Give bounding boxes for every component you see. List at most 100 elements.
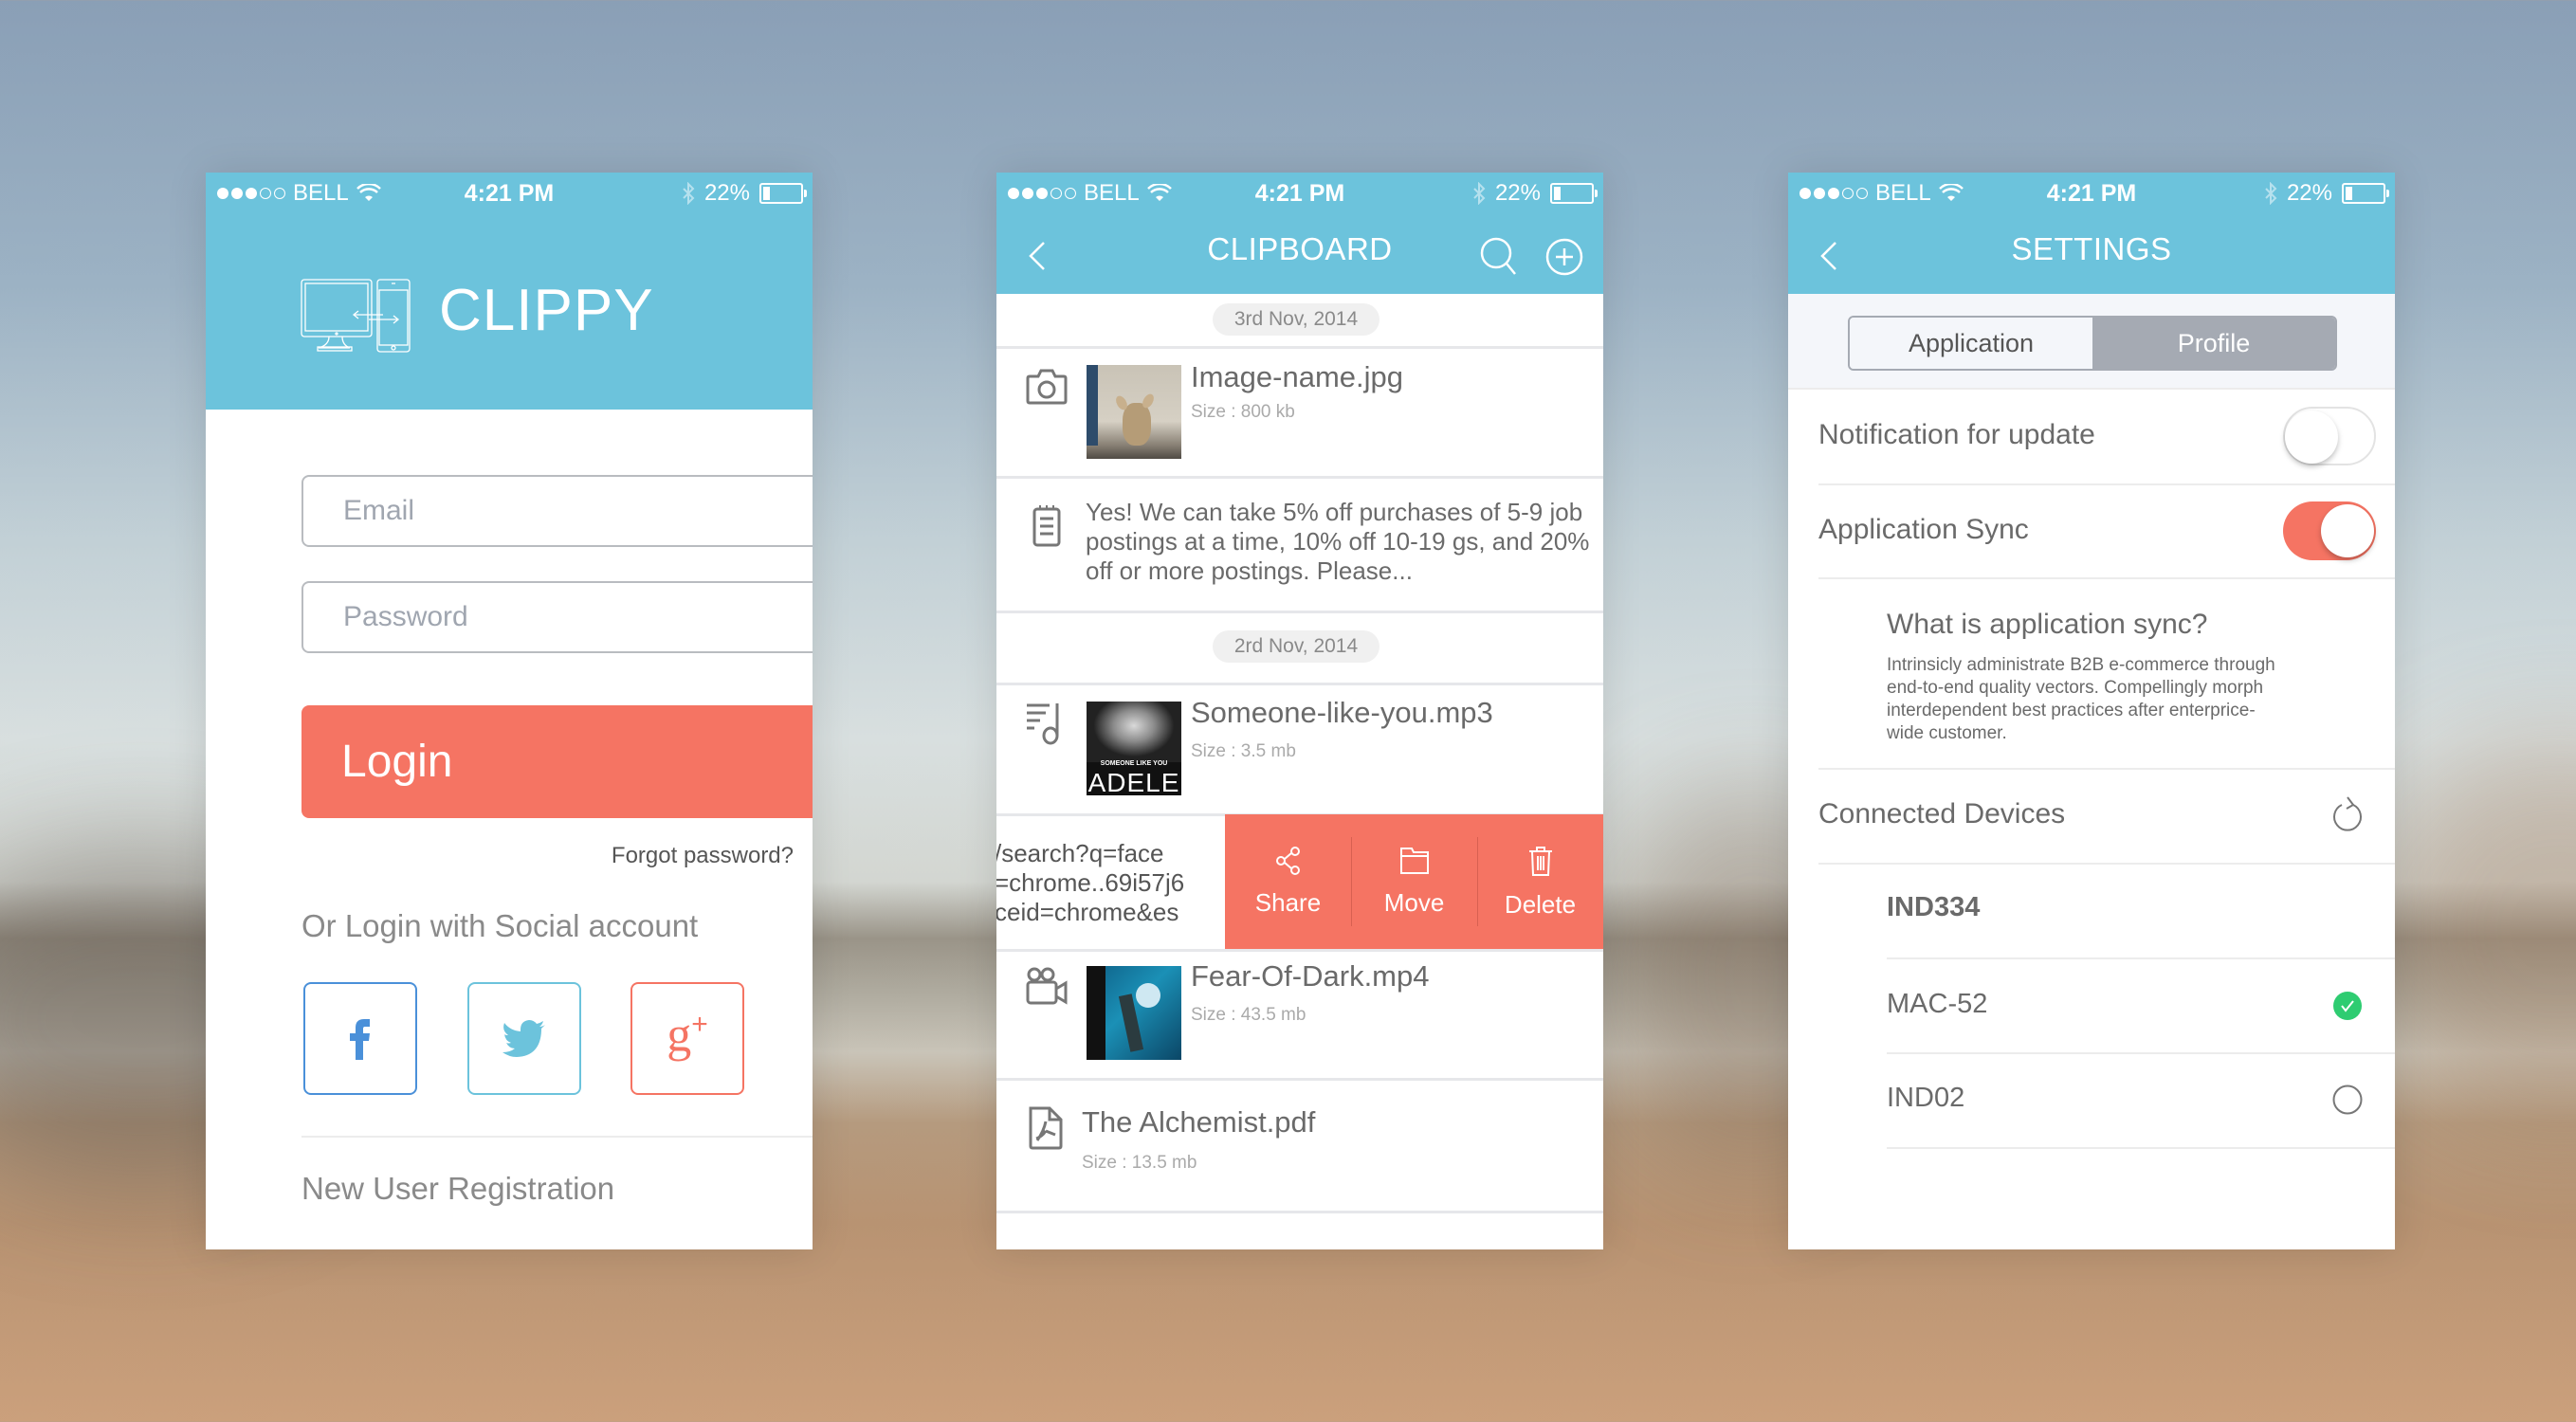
tab-profile[interactable]: Profile — [2092, 318, 2335, 369]
device-name[interactable]: MAC-52 — [1887, 989, 1987, 1020]
twitter-login-button[interactable] — [467, 982, 581, 1095]
app-name: CLIPPY — [439, 278, 654, 343]
pdf-icon — [1029, 1106, 1063, 1150]
notification-label: Notification for update — [1818, 419, 2095, 450]
video-thumbnail — [1087, 966, 1181, 1060]
facebook-icon — [350, 1018, 370, 1060]
login-header: BELL 4:21 PM 22% CLIPPY — [206, 173, 813, 410]
check-circle-icon — [2333, 992, 2362, 1020]
battery-percent: 22% — [2286, 180, 2332, 206]
divider — [1887, 1147, 2395, 1149]
move-label: Move — [1383, 887, 1445, 917]
help-title: What is application sync? — [1887, 609, 2208, 640]
settings-header: BELL 4:21 PM 22% SETTINGS — [1788, 173, 2395, 294]
music-icon — [1027, 703, 1059, 745]
device-name[interactable]: IND334 — [1887, 892, 1980, 923]
clipboard-screen: BELL 4:21 PM 22% CLIPBOARD 3rd Nov, 2014… — [996, 173, 1603, 1249]
date-group-label: 2rd Nov, 2014 — [1213, 630, 1379, 663]
background-shape — [2370, 739, 2576, 1119]
device-name[interactable]: IND02 — [1887, 1083, 1964, 1114]
album-art-thumbnail: SOMEONE LIKE YOU ADELE — [1087, 702, 1181, 795]
album-caption: SOMEONE LIKE YOU — [1100, 760, 1168, 767]
folder-icon — [1399, 847, 1429, 874]
bluetooth-icon — [1473, 182, 1486, 205]
tab-application[interactable]: Application — [1850, 318, 2092, 369]
divider — [996, 611, 1603, 613]
refresh-icon[interactable] — [2330, 795, 2365, 835]
email-field[interactable] — [301, 475, 813, 547]
bluetooth-icon — [683, 182, 695, 205]
google-plus-login-button[interactable]: g+ — [630, 982, 744, 1095]
divider — [1818, 577, 2395, 579]
help-text: Intrinsicly administrate B2B e-commerce … — [1887, 655, 2275, 743]
battery-percent: 22% — [1494, 180, 1541, 206]
notepad-icon — [1032, 505, 1061, 547]
item-title: Someone-like-you.mp3 — [1191, 696, 1493, 729]
divider — [1818, 483, 2395, 485]
status-bar: BELL 4:21 PM 22% — [996, 173, 1603, 212]
trash-icon — [1528, 846, 1552, 876]
battery-icon — [2342, 183, 2389, 204]
password-field[interactable] — [301, 581, 813, 653]
battery-icon — [1550, 183, 1598, 204]
notification-toggle[interactable] — [2283, 407, 2376, 465]
facebook-login-button[interactable] — [303, 982, 417, 1095]
login-button[interactable]: Login — [301, 705, 813, 818]
divider — [1887, 957, 2395, 959]
status-bar: BELL 4:21 PM 22% — [1788, 173, 2395, 212]
item-size: Size : 43.5 mb — [1191, 1005, 1306, 1025]
new-user-registration-link[interactable]: New User Registration — [301, 1171, 614, 1207]
divider — [996, 346, 1603, 349]
clipboard-header: BELL 4:21 PM 22% CLIPBOARD — [996, 173, 1603, 294]
link-text: /search?q=face =chrome..69i57j6 ceid=chr… — [996, 839, 1185, 926]
delete-label: Delete — [1504, 889, 1577, 919]
divider — [996, 949, 1603, 952]
clipboard-text-snippet: Yes! We can take 5% off purchases of 5-9… — [1086, 498, 1590, 585]
status-bar: BELL 4:21 PM 22% — [206, 173, 813, 212]
page-title: SETTINGS — [2011, 231, 2172, 266]
divider — [1788, 388, 2395, 390]
swipe-actions: Share Move Delete — [1225, 814, 1603, 949]
item-size: Size : 3.5 mb — [1191, 741, 1296, 761]
divider — [1818, 768, 2395, 770]
camera-icon — [1026, 369, 1068, 405]
forgot-password-link[interactable]: Forgot password? — [612, 843, 794, 869]
image-thumbnail — [1087, 365, 1181, 459]
twitter-icon — [502, 1019, 545, 1057]
divider — [1818, 863, 2395, 865]
search-icon[interactable] — [1480, 237, 1518, 277]
add-icon[interactable] — [1545, 238, 1583, 276]
video-camera-icon — [1026, 967, 1068, 1005]
date-group-label: 3rd Nov, 2014 — [1213, 303, 1379, 336]
social-login-heading: Or Login with Social account — [301, 908, 699, 943]
login-screen: BELL 4:21 PM 22% CLIPPY Login Forgot pas… — [206, 173, 813, 1249]
share-label: Share — [1254, 887, 1322, 917]
share-button[interactable]: Share — [1225, 814, 1351, 949]
battery-icon — [759, 183, 807, 204]
divider — [996, 476, 1603, 479]
item-title: Fear-Of-Dark.mp4 — [1191, 959, 1430, 993]
divider — [301, 1136, 813, 1138]
google-plus-icon: g+ — [667, 1008, 708, 1063]
bluetooth-icon — [2265, 182, 2277, 205]
item-size: Size : 13.5 mb — [1082, 1153, 1197, 1173]
item-title: Image-name.jpg — [1191, 360, 1404, 393]
settings-screen: BELL 4:21 PM 22% SETTINGS Application Pr… — [1788, 173, 2395, 1249]
item-size: Size : 800 kb — [1191, 402, 1295, 422]
album-artist: ADELE — [1087, 768, 1180, 795]
share-icon — [1275, 846, 1300, 875]
move-button[interactable]: Move — [1351, 814, 1477, 949]
item-title: The Alchemist.pdf — [1082, 1105, 1316, 1139]
divider — [996, 1078, 1603, 1081]
divider — [996, 1211, 1603, 1213]
connected-devices-label: Connected Devices — [1818, 798, 2066, 830]
battery-percent: 22% — [703, 180, 750, 206]
sync-label: Application Sync — [1818, 514, 2029, 545]
devices-sync-icon — [301, 279, 411, 353]
application-sync-toggle[interactable] — [2283, 501, 2376, 560]
clipboard-item-link-swiped[interactable]: /search?q=face =chrome..69i57j6 ceid=chr… — [996, 814, 1225, 949]
empty-circle-icon[interactable] — [2332, 1085, 2363, 1115]
segmented-control: Application Profile — [1848, 316, 2337, 371]
divider — [996, 683, 1603, 685]
delete-button[interactable]: Delete — [1477, 814, 1603, 949]
